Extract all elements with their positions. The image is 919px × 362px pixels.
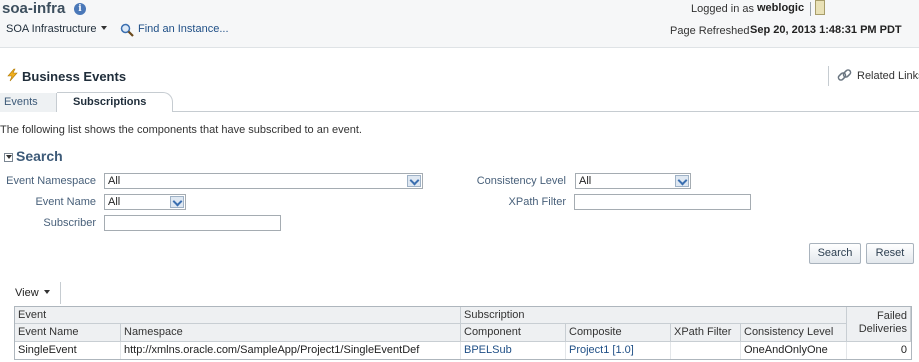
cell-component-link[interactable]: BPELSub — [461, 342, 566, 359]
chevron-down-icon — [101, 26, 108, 30]
consistency-level-select[interactable]: All — [575, 173, 691, 189]
chevron-down-icon[interactable] — [675, 175, 689, 187]
column-header-namespace[interactable]: Namespace — [121, 324, 461, 342]
app-title: soa-infra — [2, 0, 66, 17]
info-icon[interactable]: i — [74, 3, 86, 15]
view-menu[interactable]: View — [15, 287, 50, 299]
related-links-separator — [828, 66, 829, 86]
page-refreshed-label: Page Refreshed — [670, 25, 750, 37]
column-header-event-name[interactable]: Event Name — [15, 324, 121, 342]
event-name-label: Event Name — [35, 196, 96, 208]
related-links-menu[interactable]: Related Links — [857, 70, 919, 82]
cell-event-name: SingleEvent — [15, 342, 121, 359]
business-events-icon — [7, 68, 18, 82]
intro-text: The following list shows the components … — [0, 124, 362, 136]
table-row[interactable]: SingleEvent http://xmlns.oracle.com/Samp… — [15, 342, 911, 359]
cell-consistency-level: OneAndOnlyOne — [741, 342, 847, 359]
xpath-filter-label: XPath Filter — [508, 196, 566, 208]
chevron-down-icon — [43, 290, 50, 294]
soa-infrastructure-menu[interactable]: SOA Infrastructure — [6, 23, 108, 35]
cell-xpath-filter — [671, 342, 741, 359]
column-header-xpath-filter[interactable]: XPath Filter — [671, 324, 741, 342]
column-header-failed-deliveries[interactable]: Failed Deliveries — [847, 307, 911, 342]
group-header-subscription: Subscription — [461, 307, 847, 324]
subscriptions-table: Event Subscription Failed Deliveries Eve… — [14, 306, 912, 360]
column-header-consistency-level[interactable]: Consistency Level — [741, 324, 847, 342]
page-title: Business Events — [22, 69, 127, 84]
header-separator — [810, 2, 811, 16]
chain-link-icon[interactable] — [837, 68, 852, 83]
logged-in-label: Logged in as — [691, 3, 754, 15]
event-namespace-label: Event Namespace — [6, 175, 96, 187]
cell-failed-deliveries: 0 — [900, 344, 907, 356]
collapse-search-icon[interactable] — [4, 153, 13, 162]
event-namespace-select[interactable]: All — [104, 173, 423, 189]
column-header-component[interactable]: Component — [461, 324, 566, 342]
view-menu-label: View — [15, 287, 39, 299]
subscriber-input[interactable] — [104, 215, 281, 231]
event-namespace-value: All — [108, 175, 121, 187]
tab-subscriptions[interactable]: Subscriptions — [57, 92, 173, 112]
subscriber-label: Subscriber — [43, 217, 96, 229]
event-name-value: All — [108, 196, 121, 208]
tab-events[interactable]: Events — [0, 93, 57, 112]
page-refreshed-value: Sep 20, 2013 1:48:31 PM PDT — [750, 24, 902, 36]
logged-in-user[interactable]: weblogic — [757, 2, 804, 14]
magnifier-icon[interactable] — [120, 23, 134, 37]
cell-composite-link[interactable]: Project1 [1.0] — [566, 342, 671, 359]
toolbar-separator — [60, 282, 61, 304]
failed-deliveries-line2: Deliveries — [858, 323, 907, 335]
consistency-level-value: All — [579, 175, 592, 187]
soa-menu-label: SOA Infrastructure — [6, 23, 97, 35]
column-header-composite[interactable]: Composite — [566, 324, 671, 342]
group-header-event: Event — [15, 307, 461, 324]
reset-button[interactable]: Reset — [866, 243, 914, 264]
consistency-level-label: Consistency Level — [476, 175, 566, 187]
chevron-down-icon[interactable] — [170, 196, 184, 208]
search-section-title: Search — [16, 148, 63, 164]
xpath-filter-input[interactable] — [574, 194, 751, 210]
search-button[interactable]: Search — [809, 243, 861, 264]
cell-namespace: http://xmlns.oracle.com/SampleApp/Projec… — [121, 342, 461, 359]
find-instance-link[interactable]: Find an Instance... — [138, 23, 229, 35]
clipboard-icon[interactable] — [815, 0, 825, 15]
chevron-down-icon[interactable] — [407, 175, 421, 187]
event-name-select[interactable]: All — [104, 194, 186, 210]
failed-deliveries-line1: Failed — [877, 310, 907, 322]
